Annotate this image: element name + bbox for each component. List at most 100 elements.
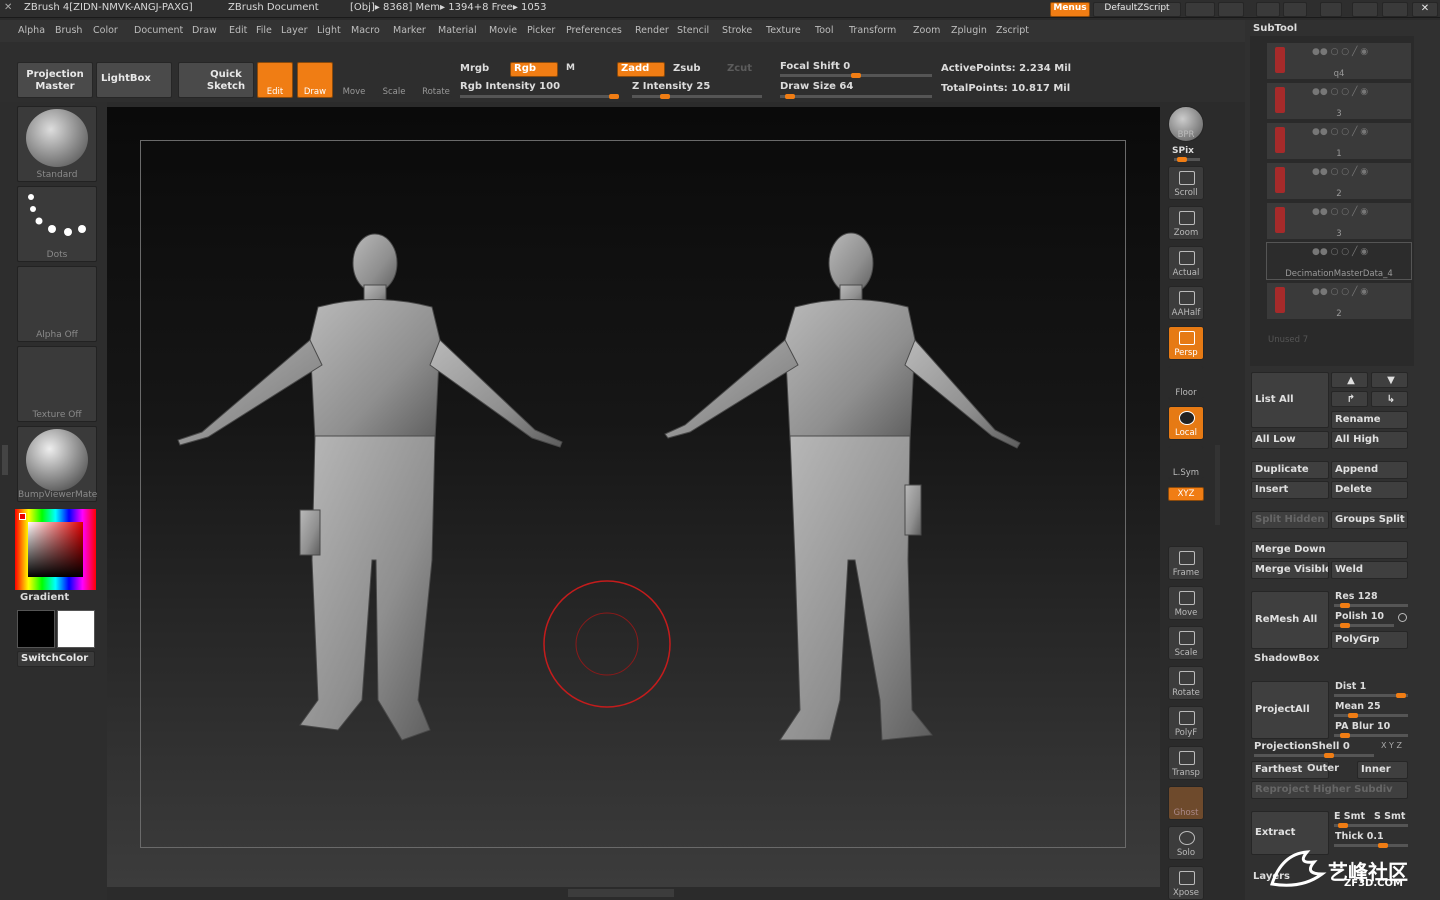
menu-macro[interactable]: Macro (351, 25, 380, 36)
mrgb-toggle[interactable]: Mrgb (460, 63, 489, 74)
ghost-button[interactable]: Ghost (1168, 786, 1204, 820)
projectall-button[interactable]: ProjectAll (1251, 681, 1329, 739)
reproject-higher-subdiv-button[interactable]: Reproject Higher Subdiv (1251, 781, 1408, 799)
all-high-button[interactable]: All High (1331, 431, 1408, 449)
move-view-button[interactable]: Move (1168, 586, 1204, 620)
color-picker[interactable] (15, 509, 96, 590)
subtool-row[interactable]: ●● ○ ○ ╱ ◉ DecimationMasterData_4 (1266, 242, 1412, 280)
zoom-button[interactable]: Zoom (1168, 206, 1204, 240)
shadowbox-button[interactable]: ShadowBox (1254, 653, 1319, 664)
subtool-row[interactable]: ●● ○ ○ ╱ ◉ 1 (1266, 122, 1412, 160)
menu-material[interactable]: Material (438, 25, 477, 36)
brush-selector[interactable]: Standard (17, 106, 97, 182)
merge-visible-button[interactable]: Merge Visible (1251, 561, 1329, 579)
subtool-visibility-eye-icon[interactable]: ●● ○ ○ ╱ ◉ (1312, 47, 1368, 57)
mean-slider[interactable] (1334, 713, 1408, 718)
groups-split-button[interactable]: Groups Split (1331, 511, 1408, 529)
maximize-icon[interactable] (1382, 2, 1408, 17)
projection-master-button[interactable]: Projection Master (17, 62, 93, 98)
default-zscript-button[interactable]: DefaultZScript (1093, 2, 1181, 17)
xyz-button[interactable]: XYZ (1168, 487, 1204, 501)
color-marker[interactable] (19, 513, 26, 520)
close-icon[interactable]: ✕ (1412, 2, 1438, 17)
rotate-up-button[interactable]: ↱ (1331, 391, 1368, 407)
menu-render[interactable]: Render (635, 25, 669, 36)
subtool-row[interactable]: ●● ○ ○ ╱ ◉ 3 (1266, 82, 1412, 120)
menu-color[interactable]: Color (93, 25, 118, 36)
texture-selector[interactable]: Texture Off (17, 346, 97, 422)
subtool-visibility-eye-icon[interactable]: ●● ○ ○ ╱ ◉ (1312, 167, 1368, 177)
menu-zscript[interactable]: Zscript (996, 25, 1029, 36)
spix-slider[interactable] (1174, 157, 1200, 162)
menu-light[interactable]: Light (317, 25, 341, 36)
subtool-header[interactable]: SubTool (1253, 23, 1297, 34)
layout-arrows-icon[interactable] (1218, 2, 1244, 17)
menu-movie[interactable]: Movie (489, 25, 517, 36)
menu-zplugin[interactable]: Zplugin (951, 25, 987, 36)
menu-layer[interactable]: Layer (281, 25, 308, 36)
scroll-button[interactable]: Scroll (1168, 166, 1204, 200)
m-toggle[interactable]: M (566, 63, 575, 73)
layout-icon[interactable] (1185, 2, 1215, 17)
polish-mode-icon[interactable] (1398, 613, 1407, 622)
left-tray-handle[interactable] (2, 445, 8, 475)
actual-button[interactable]: Actual (1168, 246, 1204, 280)
weld-toggle[interactable]: Weld (1331, 561, 1408, 579)
model-viewport[interactable] (140, 140, 1126, 848)
merge-down-button[interactable]: Merge Down (1251, 541, 1408, 559)
menu-file[interactable]: File (256, 25, 272, 36)
switch-color-button[interactable]: SwitchColor (17, 651, 95, 667)
character-back-view[interactable] (664, 232, 1021, 741)
polish-slider[interactable] (1334, 623, 1394, 628)
polyf-button[interactable]: PolyF (1168, 706, 1204, 740)
rgb-toggle[interactable]: Rgb (510, 62, 558, 77)
transp-button[interactable]: Transp (1168, 746, 1204, 780)
append-button[interactable]: Append (1331, 461, 1408, 479)
subtool-visibility-eye-icon[interactable]: ●● ○ ○ ╱ ◉ (1312, 127, 1368, 137)
menu-transform[interactable]: Transform (849, 25, 896, 36)
lock-icon[interactable] (1320, 2, 1342, 17)
move-up-button[interactable]: ▲ (1331, 372, 1368, 388)
subtool-visibility-eye-icon[interactable]: ●● ○ ○ ╱ ◉ (1312, 287, 1368, 297)
quick-sketch-button[interactable]: Quick Sketch (178, 62, 254, 98)
inner-toggle[interactable]: Inner (1357, 761, 1408, 779)
rotate-view-button[interactable]: Rotate (1168, 666, 1204, 700)
main-color-swatch[interactable] (17, 610, 55, 648)
projection-shell-xyz[interactable]: X Y Z (1381, 741, 1402, 750)
lightbox-button[interactable]: LightBox (96, 62, 172, 98)
local-button[interactable]: Local (1168, 406, 1204, 440)
stroke-selector[interactable]: Dots (17, 186, 97, 262)
subtool-visibility-eye-icon[interactable]: ●● ○ ○ ╱ ◉ (1312, 87, 1368, 97)
menu-picker[interactable]: Picker (527, 25, 555, 36)
solo-button[interactable]: Solo (1168, 826, 1204, 860)
aahalf-button[interactable]: AAHalf (1168, 286, 1204, 320)
move-button[interactable]: Move (337, 62, 371, 98)
zsub-toggle[interactable]: Zsub (673, 63, 700, 74)
polygrp-toggle[interactable]: PolyGrp (1331, 631, 1408, 649)
ui-swap-icon[interactable] (1256, 2, 1280, 17)
persp-button[interactable]: Persp (1168, 326, 1204, 360)
smt-sliders[interactable] (1334, 823, 1408, 828)
alpha-selector[interactable]: Alpha Off (17, 266, 97, 342)
res-slider[interactable] (1334, 603, 1408, 608)
gradient-label[interactable]: Gradient (20, 592, 69, 603)
menu-marker[interactable]: Marker (393, 25, 426, 36)
subtool-row[interactable]: ●● ○ ○ ╱ ◉ 2 (1266, 282, 1412, 320)
split-hidden-button[interactable]: Split Hidden (1251, 511, 1329, 529)
subtool-row[interactable]: ●● ○ ○ ╱ ◉ 2 (1266, 162, 1412, 200)
minimize-icon[interactable] (1352, 2, 1378, 17)
rotate-button[interactable]: Rotate (419, 62, 453, 98)
z-intensity-slider[interactable] (632, 94, 762, 99)
remesh-all-button[interactable]: ReMesh All (1251, 591, 1329, 649)
all-low-button[interactable]: All Low (1251, 431, 1329, 449)
character-front-view[interactable] (177, 233, 563, 741)
secondary-color-swatch[interactable] (57, 610, 95, 648)
bpr-button[interactable]: BPR (1168, 106, 1204, 142)
outer-toggle[interactable]: Outer (1307, 763, 1339, 774)
subtool-visibility-eye-icon[interactable]: ●● ○ ○ ╱ ◉ (1312, 207, 1368, 217)
menu-brush[interactable]: Brush (55, 25, 82, 36)
menu-zoom[interactable]: Zoom (913, 25, 940, 36)
subtool-row[interactable]: ●● ○ ○ ╱ ◉ 3 (1266, 202, 1412, 240)
focal-shift-slider[interactable] (780, 73, 932, 78)
draw-size-slider[interactable] (780, 94, 932, 99)
